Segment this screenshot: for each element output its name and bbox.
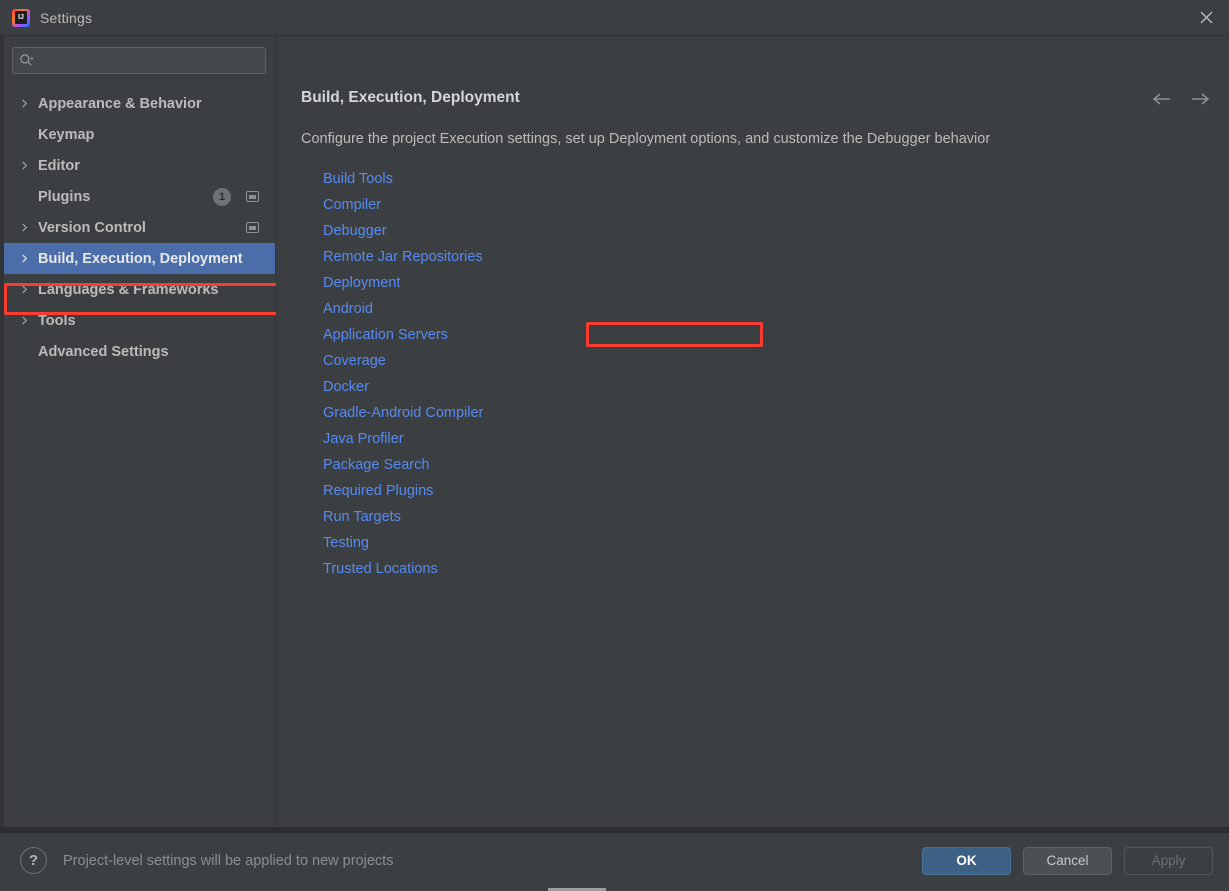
link-debugger[interactable]: Debugger xyxy=(323,218,389,244)
apply-button: Apply xyxy=(1124,846,1213,875)
chevron-right-icon xyxy=(20,316,38,325)
link-remote-jar-repositories[interactable]: Remote Jar Repositories xyxy=(323,244,485,270)
dialog-body: Appearance & Behavior Keymap Editor Plug… xyxy=(0,36,1229,827)
sidebar-item-label: Keymap xyxy=(38,126,95,143)
arrow-left-icon[interactable] xyxy=(1151,88,1173,110)
ok-button[interactable]: OK xyxy=(922,846,1011,875)
link-required-plugins[interactable]: Required Plugins xyxy=(323,478,435,504)
search-container xyxy=(4,36,275,74)
sidebar-item-plugins[interactable]: Plugins 1 xyxy=(4,181,275,212)
sidebar-item-label: Build, Execution, Deployment xyxy=(38,250,243,267)
search-input[interactable] xyxy=(34,53,259,68)
settings-tree: Appearance & Behavior Keymap Editor Plug… xyxy=(4,88,275,367)
sidebar-item-build-execution-deployment[interactable]: Build, Execution, Deployment xyxy=(4,243,275,274)
close-icon[interactable] xyxy=(1183,0,1229,35)
annotation-highlight-application-servers xyxy=(586,322,763,347)
status-badge: 1 xyxy=(213,187,231,206)
footer-note: Project-level settings will be applied t… xyxy=(63,852,394,869)
search-icon xyxy=(19,53,34,68)
link-android[interactable]: Android xyxy=(323,296,375,322)
intellij-idea-logo-icon xyxy=(12,8,30,27)
project-level-icon xyxy=(246,222,259,233)
page-title: Build, Execution, Deployment xyxy=(301,89,520,106)
window-title: Settings xyxy=(40,9,93,26)
search-box[interactable] xyxy=(12,47,266,74)
sidebar-item-version-control[interactable]: Version Control xyxy=(4,212,275,243)
dialog-footer: ? Project-level settings will be applied… xyxy=(0,833,1229,888)
settings-link-list: Build Tools Compiler Debugger Remote Jar… xyxy=(323,166,485,582)
settings-content: Build, Execution, Deployment Configure t… xyxy=(276,36,1229,827)
link-run-targets[interactable]: Run Targets xyxy=(323,504,403,530)
sidebar-item-label: Version Control xyxy=(38,219,146,236)
link-compiler[interactable]: Compiler xyxy=(323,192,383,218)
sidebar-item-editor[interactable]: Editor xyxy=(4,150,275,181)
navigation-arrows xyxy=(1151,88,1211,110)
sidebar-item-label: Tools xyxy=(38,312,76,329)
sidebar-item-appearance-behavior[interactable]: Appearance & Behavior xyxy=(4,88,275,119)
chevron-right-icon xyxy=(20,161,38,170)
sidebar-item-label: Languages & Frameworks xyxy=(38,281,219,298)
link-docker[interactable]: Docker xyxy=(323,374,371,400)
page-description: Configure the project Execution settings… xyxy=(301,131,991,147)
sidebar-item-label: Plugins xyxy=(38,188,91,205)
sidebar-item-label: Editor xyxy=(38,157,80,174)
link-application-servers[interactable]: Application Servers xyxy=(323,322,450,348)
title-bar: Settings xyxy=(0,0,1229,36)
footer-buttons: OK Cancel Apply xyxy=(922,846,1213,875)
help-icon[interactable]: ? xyxy=(20,847,47,874)
project-level-icon xyxy=(246,191,259,202)
link-trusted-locations[interactable]: Trusted Locations xyxy=(323,556,440,582)
link-gradle-android-compiler[interactable]: Gradle-Android Compiler xyxy=(323,400,485,426)
sidebar-item-languages-frameworks[interactable]: Languages & Frameworks xyxy=(4,274,275,305)
chevron-right-icon xyxy=(20,285,38,294)
sidebar-item-label: Advanced Settings xyxy=(38,343,169,360)
link-deployment[interactable]: Deployment xyxy=(323,270,402,296)
cancel-button[interactable]: Cancel xyxy=(1023,846,1112,875)
link-coverage[interactable]: Coverage xyxy=(323,348,388,374)
settings-window: Settings xyxy=(0,0,1229,891)
chevron-right-icon xyxy=(20,254,38,263)
chevron-right-icon xyxy=(20,223,38,232)
sidebar-item-label: Appearance & Behavior xyxy=(38,95,202,112)
chevron-right-icon xyxy=(20,99,38,108)
link-build-tools[interactable]: Build Tools xyxy=(323,166,395,192)
link-java-profiler[interactable]: Java Profiler xyxy=(323,426,406,452)
sidebar-item-keymap[interactable]: Keymap xyxy=(4,119,275,150)
sidebar-item-advanced-settings[interactable]: Advanced Settings xyxy=(4,336,275,367)
settings-sidebar: Appearance & Behavior Keymap Editor Plug… xyxy=(4,36,280,827)
arrow-right-icon[interactable] xyxy=(1189,88,1211,110)
link-package-search[interactable]: Package Search xyxy=(323,452,431,478)
sidebar-item-tools[interactable]: Tools xyxy=(4,305,275,336)
link-testing[interactable]: Testing xyxy=(323,530,371,556)
